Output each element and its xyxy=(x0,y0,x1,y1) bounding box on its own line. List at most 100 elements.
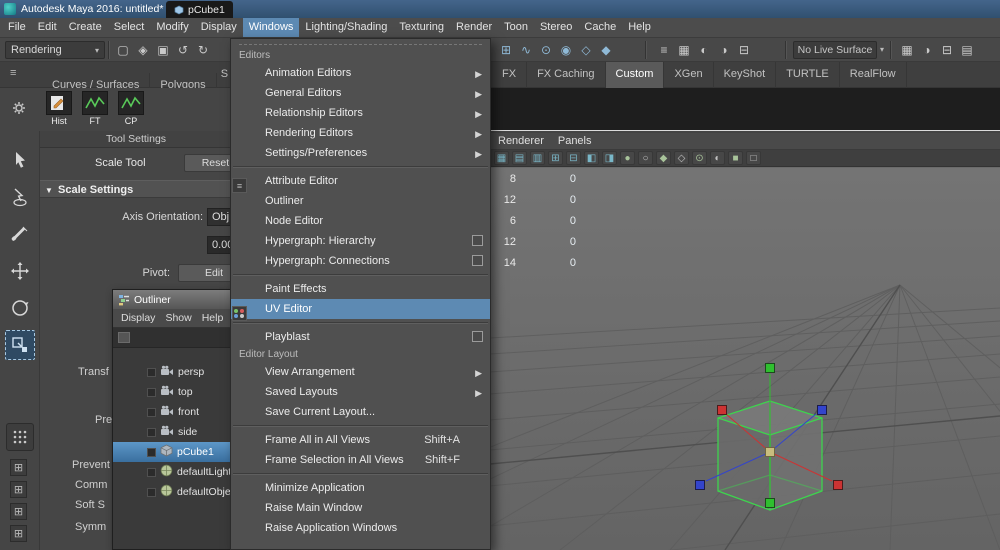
outliner-item-front[interactable]: front xyxy=(113,402,233,422)
menu-item-edit[interactable]: Edit xyxy=(32,18,63,37)
scale-center-handle[interactable] xyxy=(766,448,775,457)
scale-neg-x-handle[interactable] xyxy=(834,481,843,490)
menu-item-display[interactable]: Display xyxy=(195,18,243,37)
menu-item-toon[interactable]: Toon xyxy=(498,18,534,37)
open-render-view-icon[interactable]: ▦ xyxy=(898,41,916,59)
menu-set-selector[interactable]: Rendering ▾ xyxy=(5,41,105,59)
outliner-title-bar[interactable]: Outliner xyxy=(113,290,233,309)
menu-item-uv-editor[interactable]: UV Editor xyxy=(231,299,490,319)
outliner-item-pcube1[interactable]: pCube1 xyxy=(113,442,233,462)
new-scene-icon[interactable]: ▢ xyxy=(114,41,132,59)
lasso-tool[interactable] xyxy=(5,182,35,212)
menu-item-file[interactable]: File xyxy=(2,18,32,37)
film-gate-icon[interactable]: ▤ xyxy=(512,151,527,165)
two-pane-side-layout-button[interactable]: ⊞ xyxy=(10,503,27,520)
menu-item-animation-editors[interactable]: Animation Editors▶ xyxy=(231,63,490,83)
menu-item-node-editor[interactable]: Node Editor xyxy=(231,211,490,231)
outliner-menu-show[interactable]: Show xyxy=(165,312,191,324)
menu-item-hypergraph-hierarchy[interactable]: Hypergraph: Hierarchy xyxy=(231,231,490,251)
menu-item-select[interactable]: Select xyxy=(108,18,151,37)
menu-item-relationship-editors[interactable]: Relationship Editors▶ xyxy=(231,103,490,123)
menu-item-settings-preferences[interactable]: Settings/Preferences▶ xyxy=(231,143,490,163)
lights-icon[interactable]: ◇ xyxy=(674,151,689,165)
panel-menu-renderer[interactable]: Renderer xyxy=(498,135,544,147)
menu-item-lighting-shading[interactable]: Lighting/Shading xyxy=(299,18,393,37)
two-pane-stacked-layout-button[interactable]: ⊞ xyxy=(10,525,27,542)
outliner-item-side[interactable]: side xyxy=(113,422,233,442)
outliner-item-defaultlight[interactable]: defaultLight xyxy=(113,462,233,482)
shelf-tab-keyshot[interactable]: KeyShot xyxy=(714,62,777,88)
visibility-toggle[interactable] xyxy=(147,388,156,397)
panel-grip-dots-icon[interactable] xyxy=(232,306,247,321)
menu-item-save-current-layout[interactable]: Save Current Layout... xyxy=(231,402,490,422)
shelf-tab-fx[interactable]: FX xyxy=(492,62,527,88)
open-render-view-icon[interactable]: ▦ xyxy=(675,41,693,59)
redo-icon[interactable]: ↻ xyxy=(194,41,212,59)
menu-item-frame-selection-in-all-views[interactable]: Frame Selection in All ViewsShift+F xyxy=(231,450,490,470)
multisampling-icon[interactable]: □ xyxy=(746,151,761,165)
shelf-gear-icon[interactable] xyxy=(12,101,26,118)
menu-item-windows[interactable]: Windows xyxy=(243,18,300,37)
menu-tearoff-handle[interactable] xyxy=(239,44,482,46)
outliner-menu-help[interactable]: Help xyxy=(202,312,224,324)
collapsed-section-comm[interactable]: Comm xyxy=(75,479,107,491)
shelf-tab-xgen[interactable]: XGen xyxy=(664,62,713,88)
scale-x-handle[interactable] xyxy=(718,406,727,415)
scale-y-handle[interactable] xyxy=(766,364,775,373)
snap-to-point-icon[interactable]: ⊙ xyxy=(537,41,555,59)
menu-item-texturing[interactable]: Texturing xyxy=(393,18,450,37)
shelf-tab-realflow[interactable]: RealFlow xyxy=(840,62,907,88)
layout-shortcuts-button[interactable] xyxy=(6,423,34,451)
visibility-toggle[interactable] xyxy=(147,408,156,417)
scale-z-handle[interactable] xyxy=(818,406,827,415)
paint-selection-tool[interactable] xyxy=(5,219,35,249)
scale-settings-section-header[interactable]: ▼ Scale Settings xyxy=(40,180,232,198)
single-pane-layout-button[interactable]: ⊞ xyxy=(10,459,27,476)
panel-menu-panels[interactable]: Panels xyxy=(558,135,592,147)
visibility-toggle[interactable] xyxy=(147,428,156,437)
collapsed-section-soft-s[interactable]: Soft S xyxy=(75,499,105,511)
shelf-menu-icon[interactable]: ≡ xyxy=(10,67,16,79)
shadows-icon[interactable]: ⊙ xyxy=(692,151,707,165)
collapsed-section-prevent[interactable]: Prevent xyxy=(72,459,110,471)
ipr-render-icon[interactable]: ◑ xyxy=(918,41,936,59)
move-tool[interactable] xyxy=(5,256,35,286)
save-scene-icon[interactable]: ▣ xyxy=(154,41,172,59)
undo-icon[interactable]: ↺ xyxy=(174,41,192,59)
shaded-icon[interactable]: ○ xyxy=(638,151,653,165)
viewport-canvas[interactable]: 8012060120140 xyxy=(490,168,1000,550)
ipr-render-icon[interactable]: ◑ xyxy=(715,41,733,59)
scale-tool[interactable] xyxy=(5,330,35,360)
textured-icon[interactable]: ◆ xyxy=(656,151,671,165)
menu-item-modify[interactable]: Modify xyxy=(150,18,194,37)
collapsed-section-transf[interactable]: Transf xyxy=(78,366,109,378)
menu-item-cache[interactable]: Cache xyxy=(578,18,622,37)
menu-item-minimize-application[interactable]: Minimize Application xyxy=(231,478,490,498)
menu-item-frame-all-in-all-views[interactable]: Frame All in All ViewsShift+A xyxy=(231,430,490,450)
menu-item-help[interactable]: Help xyxy=(622,18,657,37)
shelf-tab-custom[interactable]: Custom xyxy=(606,62,665,88)
construction-history-icon[interactable]: ≡ xyxy=(655,41,673,59)
shelf-button-cp[interactable]: CP xyxy=(116,91,146,127)
visibility-toggle[interactable] xyxy=(147,488,156,497)
menu-item-saved-layouts[interactable]: Saved Layouts▶ xyxy=(231,382,490,402)
menu-item-view-arrangement[interactable]: View Arrangement▶ xyxy=(231,362,490,382)
make-live-icon[interactable]: ◆ xyxy=(597,41,615,59)
menu-item-outliner[interactable]: Outliner xyxy=(231,191,490,211)
live-surface-dropdown-icon[interactable]: ▾ xyxy=(880,45,884,54)
menu-item-playblast[interactable]: Playblast xyxy=(231,327,490,347)
menu-item-paint-effects[interactable]: Paint Effects xyxy=(231,279,490,299)
menu-checkbox[interactable] xyxy=(472,255,483,266)
menu-item-stereo[interactable]: Stereo xyxy=(534,18,578,37)
menu-item-rendering-editors[interactable]: Rendering Editors▶ xyxy=(231,123,490,143)
snap-to-projected-center-icon[interactable]: ◉ xyxy=(557,41,575,59)
menu-checkbox[interactable] xyxy=(472,235,483,246)
render-current-frame-icon[interactable]: ◐ xyxy=(695,41,713,59)
shelf-tab-turtle[interactable]: TURTLE xyxy=(776,62,840,88)
rotate-tool[interactable] xyxy=(5,293,35,323)
wireframe-icon[interactable]: ● xyxy=(620,151,635,165)
visibility-toggle[interactable] xyxy=(147,368,156,377)
visibility-toggle[interactable] xyxy=(147,468,156,477)
outliner-item-persp[interactable]: persp xyxy=(113,362,233,382)
menu-item-general-editors[interactable]: General Editors▶ xyxy=(231,83,490,103)
